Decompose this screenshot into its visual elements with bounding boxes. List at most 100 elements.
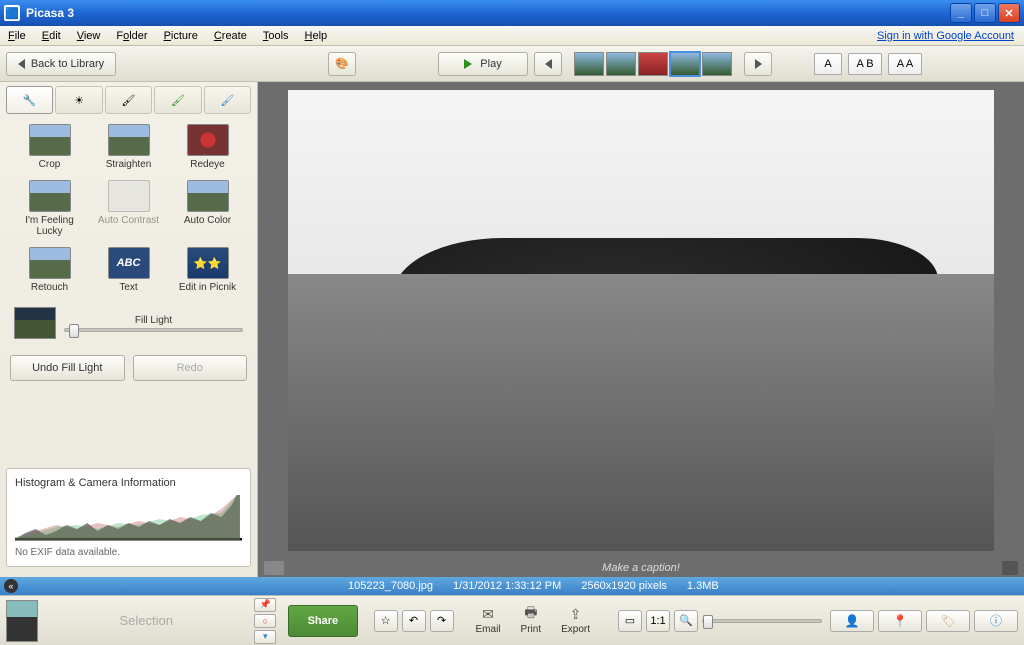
close-button[interactable]: ✕ bbox=[998, 3, 1020, 23]
tab-tuning[interactable]: ☀ bbox=[55, 86, 102, 114]
tray-menu-button[interactable]: ▾ bbox=[254, 630, 276, 644]
back-label: Back to Library bbox=[31, 58, 104, 70]
license-plate: USE239 bbox=[479, 367, 549, 389]
fit-button[interactable]: ▭ bbox=[618, 610, 642, 632]
share-button[interactable]: Share bbox=[288, 605, 357, 637]
pin-button[interactable]: 📌 bbox=[254, 598, 276, 612]
histogram-noexif: No EXIF data available. bbox=[15, 547, 242, 558]
histogram-graph bbox=[15, 495, 242, 541]
menu-file[interactable]: File bbox=[0, 28, 34, 44]
info-button[interactable]: ⓘ bbox=[974, 610, 1018, 632]
menu-view[interactable]: View bbox=[69, 28, 109, 44]
back-to-library-button[interactable]: Back to Library bbox=[6, 52, 116, 76]
auto-contrast-tool: Auto Contrast bbox=[93, 180, 164, 237]
thumbnail[interactable] bbox=[702, 52, 732, 76]
caption-bar: Make a caption! bbox=[258, 559, 1024, 577]
signin-link[interactable]: Sign in with Google Account bbox=[877, 30, 1014, 42]
play-button[interactable]: Play bbox=[438, 52, 528, 76]
arrow-left-icon bbox=[545, 59, 552, 69]
status-datetime: 1/31/2012 1:33:12 PM bbox=[453, 580, 561, 592]
histogram-panel: Histogram & Camera Information No EXIF d… bbox=[6, 468, 251, 567]
thumbnail-active[interactable] bbox=[670, 52, 700, 76]
menu-picture[interactable]: Picture bbox=[156, 28, 206, 44]
thumbnail[interactable] bbox=[574, 52, 604, 76]
retouch-tool[interactable]: Retouch bbox=[14, 247, 85, 293]
text-tool[interactable]: ABCText bbox=[93, 247, 164, 293]
toolbar: Back to Library 🎨 Play A A B A A bbox=[0, 46, 1024, 82]
thumbnail[interactable] bbox=[606, 52, 636, 76]
thumbnail-strip bbox=[574, 52, 732, 76]
redeye-tool[interactable]: Redeye bbox=[172, 124, 243, 170]
straighten-tool[interactable]: Straighten bbox=[93, 124, 164, 170]
menu-tools[interactable]: Tools bbox=[255, 28, 297, 44]
star-button[interactable]: ☆ bbox=[374, 610, 398, 632]
email-icon: ✉ bbox=[478, 606, 498, 622]
collapse-tray-button[interactable]: « bbox=[4, 579, 18, 593]
people-button[interactable]: 👤 bbox=[830, 610, 874, 632]
selection-thumbnail[interactable] bbox=[6, 600, 38, 642]
titlebar: 🟦 Picasa 3 _ □ ✕ bbox=[0, 0, 1024, 26]
tab-effects-blue[interactable]: 🖌 bbox=[204, 86, 251, 114]
status-filename: 105223_7080.jpg bbox=[348, 580, 433, 592]
font-size-small-button[interactable]: A bbox=[814, 53, 842, 75]
feeling-lucky-tool[interactable]: I'm Feeling Lucky bbox=[14, 180, 85, 237]
play-label: Play bbox=[480, 58, 501, 70]
basic-fixes-grid: Crop Straighten Redeye I'm Feeling Lucky… bbox=[6, 124, 251, 293]
play-icon bbox=[464, 59, 472, 69]
thumbnail[interactable] bbox=[638, 52, 668, 76]
zoom-icon-button[interactable]: 🔍 bbox=[674, 610, 698, 632]
rotate-left-button[interactable]: ↶ bbox=[402, 610, 426, 632]
fill-light-icon bbox=[14, 307, 56, 339]
redo-button: Redo bbox=[133, 355, 248, 381]
arrow-left-icon bbox=[18, 59, 25, 69]
rotate-right-button[interactable]: ↷ bbox=[430, 610, 454, 632]
edit-sidebar: 🔧 ☀ 🖌 🖌 🖌 Crop Straighten Redeye I'm Fee… bbox=[0, 82, 258, 577]
print-icon: 🖶 bbox=[521, 606, 541, 622]
tab-basic-fixes[interactable]: 🔧 bbox=[6, 86, 53, 114]
menubar: File Edit View Folder Picture Create Too… bbox=[0, 26, 1024, 46]
tab-effects-green[interactable]: 🖌 bbox=[154, 86, 201, 114]
actual-size-button[interactable]: 1:1 bbox=[646, 610, 670, 632]
print-button[interactable]: 🖶Print bbox=[521, 606, 542, 635]
export-icon: ⇪ bbox=[566, 606, 586, 622]
caption-icon[interactable] bbox=[264, 561, 284, 575]
color-palette-button[interactable]: 🎨 bbox=[328, 52, 356, 76]
status-filesize: 1.3MB bbox=[687, 580, 719, 592]
menu-create[interactable]: Create bbox=[206, 28, 255, 44]
fullscreen-icon[interactable] bbox=[1002, 561, 1018, 575]
font-size-large-button[interactable]: A A bbox=[888, 53, 922, 75]
next-button[interactable] bbox=[744, 52, 772, 76]
export-button[interactable]: ⇪Export bbox=[561, 606, 590, 635]
crop-tool[interactable]: Crop bbox=[14, 124, 85, 170]
edit-picnik-tool[interactable]: ⭐⭐Edit in Picnik bbox=[172, 247, 243, 293]
undo-button[interactable]: Undo Fill Light bbox=[10, 355, 125, 381]
menu-edit[interactable]: Edit bbox=[34, 28, 69, 44]
arrow-right-icon bbox=[755, 59, 762, 69]
bottom-tray: Selection 📌 ○ ▾ Share ☆ ↶ ↷ ✉Email 🖶Prin… bbox=[0, 595, 1024, 645]
minimize-button[interactable]: _ bbox=[950, 3, 972, 23]
histogram-title: Histogram & Camera Information bbox=[15, 477, 242, 489]
caption-input[interactable]: Make a caption! bbox=[602, 562, 680, 574]
selection-label: Selection bbox=[46, 613, 246, 628]
places-button[interactable]: 📍 bbox=[878, 610, 922, 632]
maximize-button[interactable]: □ bbox=[974, 3, 996, 23]
auto-color-tool[interactable]: Auto Color bbox=[172, 180, 243, 237]
menu-folder[interactable]: Folder bbox=[108, 28, 155, 44]
font-size-medium-button[interactable]: A B bbox=[848, 53, 882, 75]
window-title: Picasa 3 bbox=[26, 6, 948, 20]
app-icon: 🟦 bbox=[4, 5, 20, 21]
main-photo[interactable]: USE239 bbox=[288, 90, 994, 551]
tags-button[interactable]: 🏷 bbox=[926, 610, 970, 632]
clear-button[interactable]: ○ bbox=[254, 614, 276, 628]
tab-effects[interactable]: 🖌 bbox=[105, 86, 152, 114]
prev-button[interactable] bbox=[534, 52, 562, 76]
fill-light-slider[interactable] bbox=[64, 328, 243, 332]
email-button[interactable]: ✉Email bbox=[476, 606, 501, 635]
statusbar: « 105223_7080.jpg 1/31/2012 1:33:12 PM 2… bbox=[0, 577, 1024, 595]
fill-light-row: Fill Light bbox=[6, 307, 251, 339]
zoom-slider[interactable] bbox=[702, 619, 822, 623]
fill-light-label: Fill Light bbox=[64, 315, 243, 326]
menu-help[interactable]: Help bbox=[297, 28, 336, 44]
photo-viewer: USE239 Make a caption! bbox=[258, 82, 1024, 577]
status-dimensions: 2560x1920 pixels bbox=[581, 580, 667, 592]
